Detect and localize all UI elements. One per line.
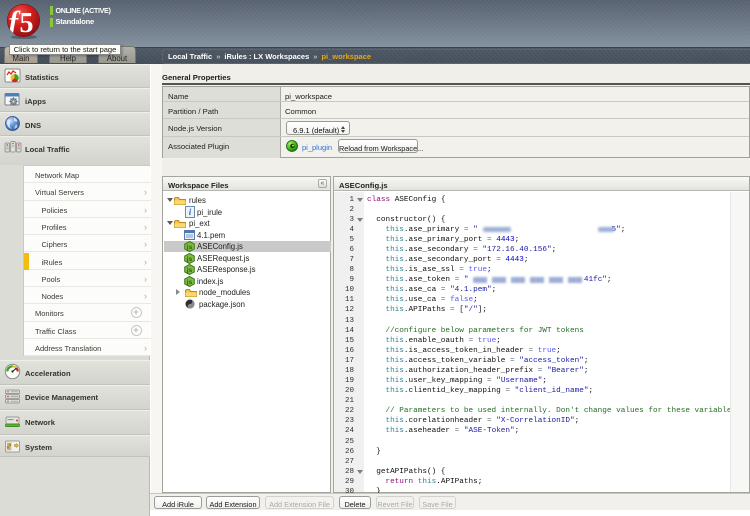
svg-text:js: js (186, 256, 193, 263)
svg-text:js: js (186, 244, 193, 251)
svg-text:js: js (186, 267, 193, 274)
svg-text:5: 5 (20, 8, 34, 39)
svg-text:js: js (186, 279, 193, 286)
